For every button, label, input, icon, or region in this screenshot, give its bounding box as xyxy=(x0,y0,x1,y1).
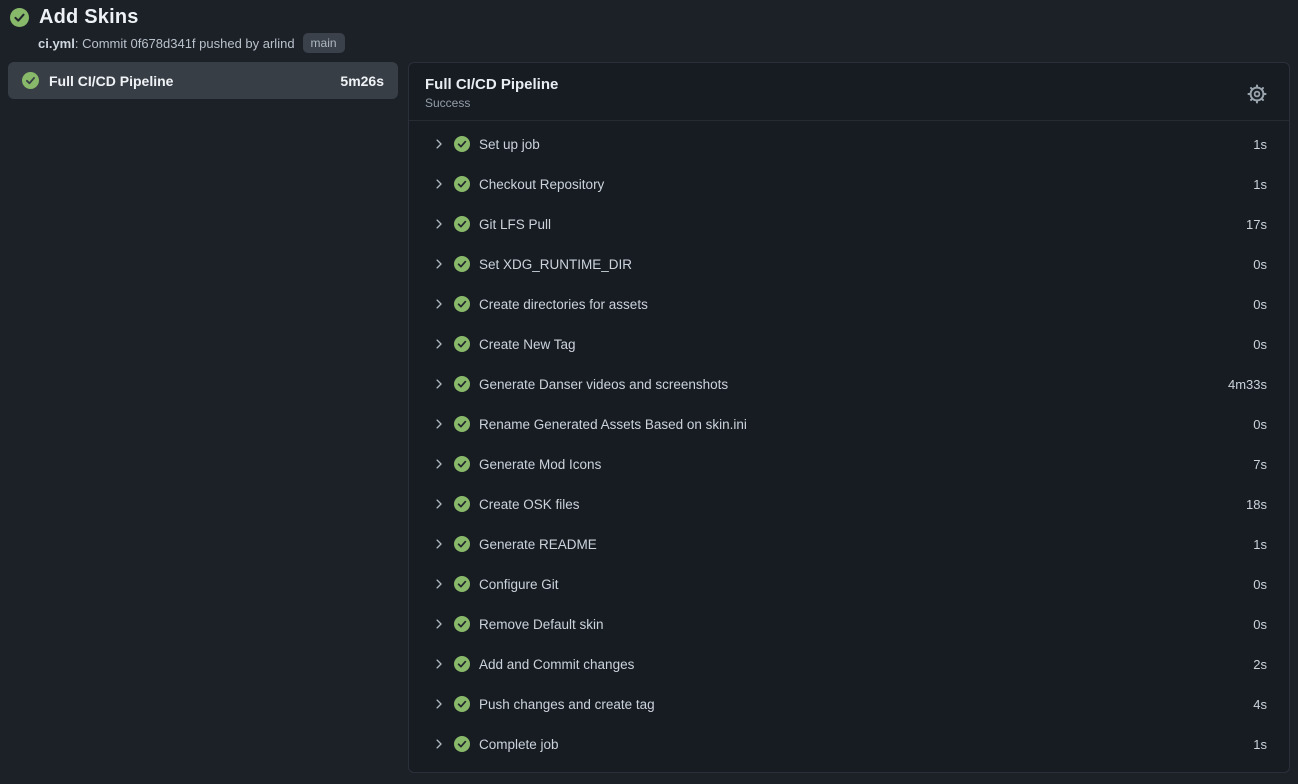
step-success-icon xyxy=(454,496,470,512)
job-log-panel: Full CI/CD Pipeline Success xyxy=(408,62,1290,773)
branch-badge[interactable]: main xyxy=(303,33,345,53)
step-success-icon xyxy=(454,296,470,312)
job-panel-header: Full CI/CD Pipeline Success xyxy=(409,63,1289,121)
step-duration: 4m33s xyxy=(1228,377,1267,392)
step-row[interactable]: Checkout Repository 1s xyxy=(409,164,1289,204)
chevron-right-icon[interactable] xyxy=(433,178,445,190)
step-row[interactable]: Rename Generated Assets Based on skin.in… xyxy=(409,404,1289,444)
step-duration: 2s xyxy=(1253,657,1267,672)
step-row[interactable]: Create OSK files 18s xyxy=(409,484,1289,524)
chevron-right-icon[interactable] xyxy=(433,658,445,670)
step-row[interactable]: Push changes and create tag 4s xyxy=(409,684,1289,724)
step-name: Rename Generated Assets Based on skin.in… xyxy=(479,417,1244,432)
step-duration: 7s xyxy=(1253,457,1267,472)
step-success-icon xyxy=(454,736,470,752)
step-row[interactable]: Create directories for assets 0s xyxy=(409,284,1289,324)
step-row[interactable]: Generate Danser videos and screenshots 4… xyxy=(409,364,1289,404)
job-panel-title: Full CI/CD Pipeline xyxy=(425,76,1243,93)
steps-list: Set up job 1s xyxy=(409,121,1289,764)
chevron-right-icon[interactable] xyxy=(433,738,445,750)
step-row[interactable]: Create New Tag 0s xyxy=(409,324,1289,364)
step-success-icon xyxy=(454,656,470,672)
step-row[interactable]: Set XDG_RUNTIME_DIR 0s xyxy=(409,244,1289,284)
step-success-icon xyxy=(454,176,470,192)
step-duration: 1s xyxy=(1253,177,1267,192)
step-row[interactable]: Complete job 1s xyxy=(409,724,1289,764)
step-name: Generate Mod Icons xyxy=(479,457,1244,472)
workflow-run-page: Add Skins ci.yml: Commit 0f678d341f push… xyxy=(0,0,1298,784)
job-success-icon xyxy=(22,72,39,89)
step-success-icon xyxy=(454,256,470,272)
run-header: Add Skins ci.yml: Commit 0f678d341f push… xyxy=(10,6,345,53)
step-duration: 0s xyxy=(1253,337,1267,352)
run-success-icon xyxy=(10,8,29,27)
run-subtitle: ci.yml: Commit 0f678d341f pushed by arli… xyxy=(38,33,345,53)
step-duration: 0s xyxy=(1253,617,1267,632)
step-duration: 0s xyxy=(1253,297,1267,312)
chevron-right-icon[interactable] xyxy=(433,458,445,470)
job-duration: 5m26s xyxy=(340,73,384,89)
step-name: Git LFS Pull xyxy=(479,217,1237,232)
chevron-right-icon[interactable] xyxy=(433,258,445,270)
step-success-icon xyxy=(454,416,470,432)
chevron-right-icon[interactable] xyxy=(433,618,445,630)
step-success-icon xyxy=(454,216,470,232)
jobs-sidebar: Full CI/CD Pipeline 5m26s xyxy=(8,62,398,99)
step-name: Checkout Repository xyxy=(479,177,1244,192)
workflow-file-link[interactable]: ci.yml xyxy=(38,36,75,51)
step-name: Complete job xyxy=(479,737,1244,752)
step-row[interactable]: Set up job 1s xyxy=(409,124,1289,164)
step-success-icon xyxy=(454,536,470,552)
chevron-right-icon[interactable] xyxy=(433,338,445,350)
step-name: Generate README xyxy=(479,537,1244,552)
chevron-right-icon[interactable] xyxy=(433,538,445,550)
chevron-right-icon[interactable] xyxy=(433,498,445,510)
chevron-right-icon[interactable] xyxy=(433,218,445,230)
chevron-right-icon[interactable] xyxy=(433,298,445,310)
run-title: Add Skins xyxy=(39,6,139,29)
step-duration: 0s xyxy=(1253,257,1267,272)
chevron-right-icon[interactable] xyxy=(433,578,445,590)
step-name: Add and Commit changes xyxy=(479,657,1244,672)
job-name: Full CI/CD Pipeline xyxy=(49,73,330,89)
step-duration: 1s xyxy=(1253,737,1267,752)
gear-icon[interactable] xyxy=(1243,80,1271,108)
step-row[interactable]: Remove Default skin 0s xyxy=(409,604,1289,644)
job-status-text: Success xyxy=(425,96,1243,110)
step-success-icon xyxy=(454,616,470,632)
step-success-icon xyxy=(454,456,470,472)
step-success-icon xyxy=(454,696,470,712)
commit-text: : Commit 0f678d341f pushed by arlind xyxy=(75,36,295,51)
chevron-right-icon[interactable] xyxy=(433,378,445,390)
step-row[interactable]: Configure Git 0s xyxy=(409,564,1289,604)
step-row[interactable]: Generate README 1s xyxy=(409,524,1289,564)
step-name: Configure Git xyxy=(479,577,1244,592)
step-name: Push changes and create tag xyxy=(479,697,1244,712)
step-name: Set XDG_RUNTIME_DIR xyxy=(479,257,1244,272)
step-duration: 0s xyxy=(1253,417,1267,432)
step-duration: 0s xyxy=(1253,577,1267,592)
step-duration: 4s xyxy=(1253,697,1267,712)
step-name: Create OSK files xyxy=(479,497,1237,512)
chevron-right-icon[interactable] xyxy=(433,418,445,430)
step-row[interactable]: Git LFS Pull 17s xyxy=(409,204,1289,244)
step-duration: 1s xyxy=(1253,137,1267,152)
step-name: Set up job xyxy=(479,137,1244,152)
chevron-right-icon[interactable] xyxy=(433,138,445,150)
step-row[interactable]: Generate Mod Icons 7s xyxy=(409,444,1289,484)
step-success-icon xyxy=(454,576,470,592)
step-name: Generate Danser videos and screenshots xyxy=(479,377,1219,392)
step-name: Create New Tag xyxy=(479,337,1244,352)
step-success-icon xyxy=(454,336,470,352)
step-name: Create directories for assets xyxy=(479,297,1244,312)
sidebar-job-item[interactable]: Full CI/CD Pipeline 5m26s xyxy=(8,62,398,99)
step-row[interactable]: Add and Commit changes 2s xyxy=(409,644,1289,684)
step-success-icon xyxy=(454,376,470,392)
step-success-icon xyxy=(454,136,470,152)
step-duration: 18s xyxy=(1246,497,1267,512)
chevron-right-icon[interactable] xyxy=(433,698,445,710)
step-duration: 17s xyxy=(1246,217,1267,232)
step-name: Remove Default skin xyxy=(479,617,1244,632)
step-duration: 1s xyxy=(1253,537,1267,552)
